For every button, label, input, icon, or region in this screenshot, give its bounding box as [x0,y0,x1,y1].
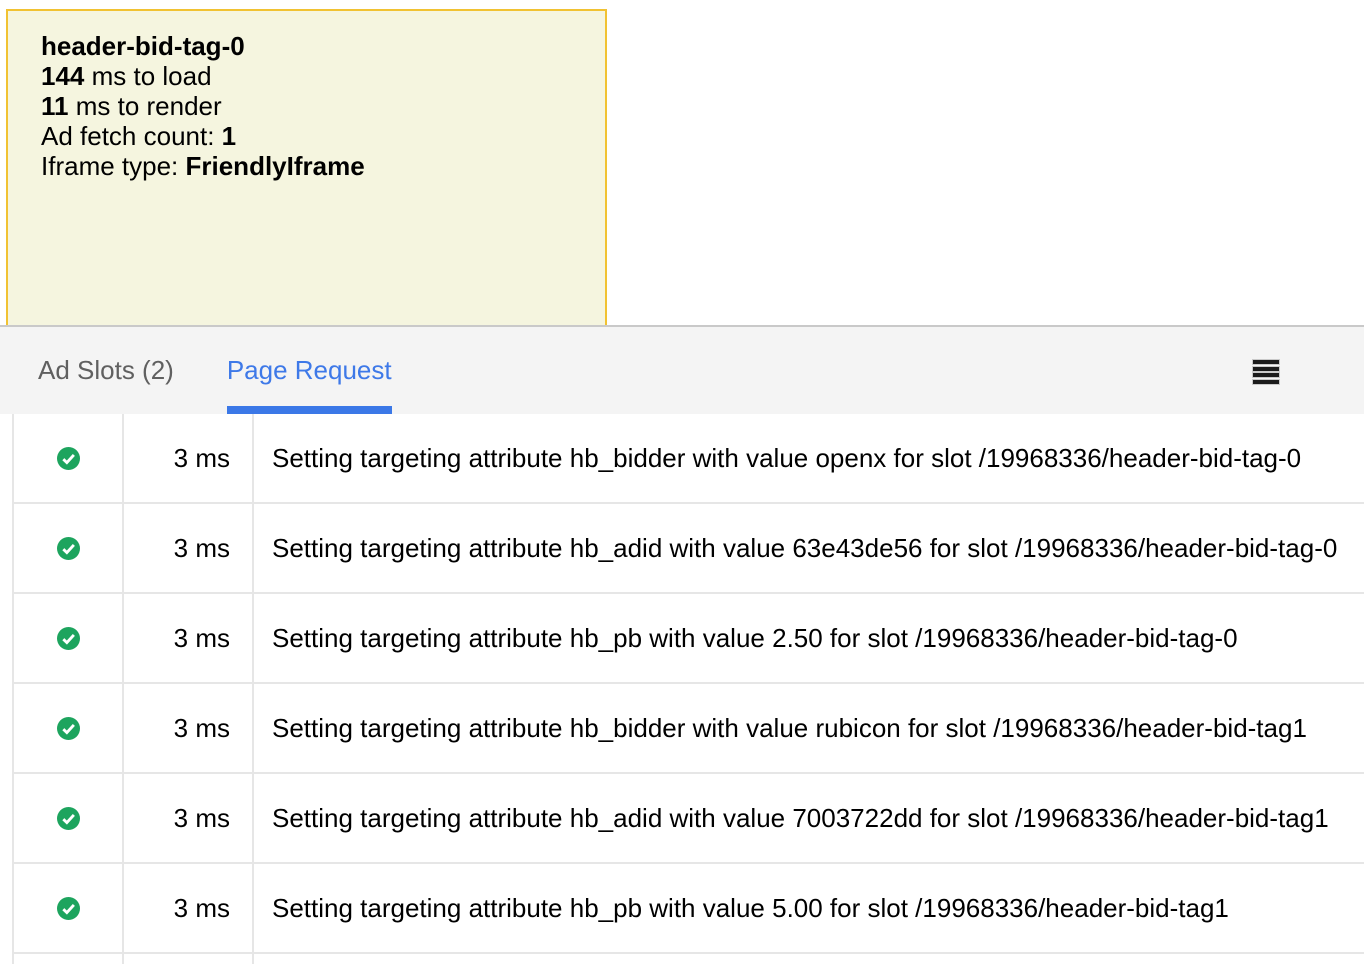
check-circle-icon [57,447,80,470]
status-cell [14,864,124,952]
status-cell [14,954,124,964]
time-cell: 3 ms [124,594,254,682]
overlay-iframe-type: Iframe type: FriendlyIframe [41,151,572,181]
list-icon-bar [1253,373,1279,377]
time-cell: 3 ms [124,774,254,862]
time-cell: 3 ms [124,684,254,772]
ad-slot-overlay: header-bid-tag-0 144 ms to load 11 ms to… [6,9,607,325]
message-cell: Setting targeting attribute hb_pb with v… [254,864,1364,952]
tab-page-request-label: Page Request [227,355,392,386]
time-cell [124,954,254,964]
log-row: 3 ms Setting targeting attribute hb_pb w… [14,594,1364,684]
check-circle-icon [57,717,80,740]
message-cell: Setting targeting attribute hb_bidder wi… [254,684,1364,772]
check-circle-icon [57,537,80,560]
check-circle-icon [57,897,80,920]
tab-bar: Ad Slots (2) Page Request [0,325,1364,414]
log-row-partial [14,954,1364,964]
status-cell [14,684,124,772]
time-cell: 3 ms [124,504,254,592]
log-row: 3 ms Setting targeting attribute hb_bidd… [14,684,1364,774]
publisher-console-panel: Ad Slots (2) Page Request 3 ms Setting t… [0,325,1364,964]
message-cell: Setting targeting attribute hb_pb with v… [254,594,1364,682]
list-icon-bar [1253,380,1279,384]
tab-underline [227,406,392,414]
status-cell [14,594,124,682]
log-row: 3 ms Setting targeting attribute hb_adid… [14,774,1364,864]
overlay-fetch-count: Ad fetch count: 1 [41,121,572,151]
list-icon[interactable] [1253,360,1279,384]
overlay-load-time: 144 ms to load [41,61,572,91]
message-cell: Setting targeting attribute hb_bidder wi… [254,414,1364,502]
log-row: 3 ms Setting targeting attribute hb_bidd… [14,414,1364,504]
log-row: 3 ms Setting targeting attribute hb_adid… [14,504,1364,594]
message-cell: Setting targeting attribute hb_adid with… [254,504,1364,592]
list-icon-bar [1253,360,1279,364]
message-cell [254,954,1364,964]
check-circle-icon [57,807,80,830]
tab-page-request[interactable]: Page Request [227,327,392,414]
status-cell [14,504,124,592]
time-cell: 3 ms [124,864,254,952]
message-cell: Setting targeting attribute hb_adid with… [254,774,1364,862]
tab-ad-slots[interactable]: Ad Slots (2) [38,327,174,414]
log-row: 3 ms Setting targeting attribute hb_pb w… [14,864,1364,954]
log-table: 3 ms Setting targeting attribute hb_bidd… [12,414,1364,964]
list-icon-bar [1253,367,1279,371]
status-cell [14,774,124,862]
check-circle-icon [57,627,80,650]
time-cell: 3 ms [124,414,254,502]
status-cell [14,414,124,502]
overlay-render-time: 11 ms to render [41,91,572,121]
overlay-slot-title: header-bid-tag-0 [41,31,572,61]
tab-ad-slots-label: Ad Slots (2) [38,355,174,386]
